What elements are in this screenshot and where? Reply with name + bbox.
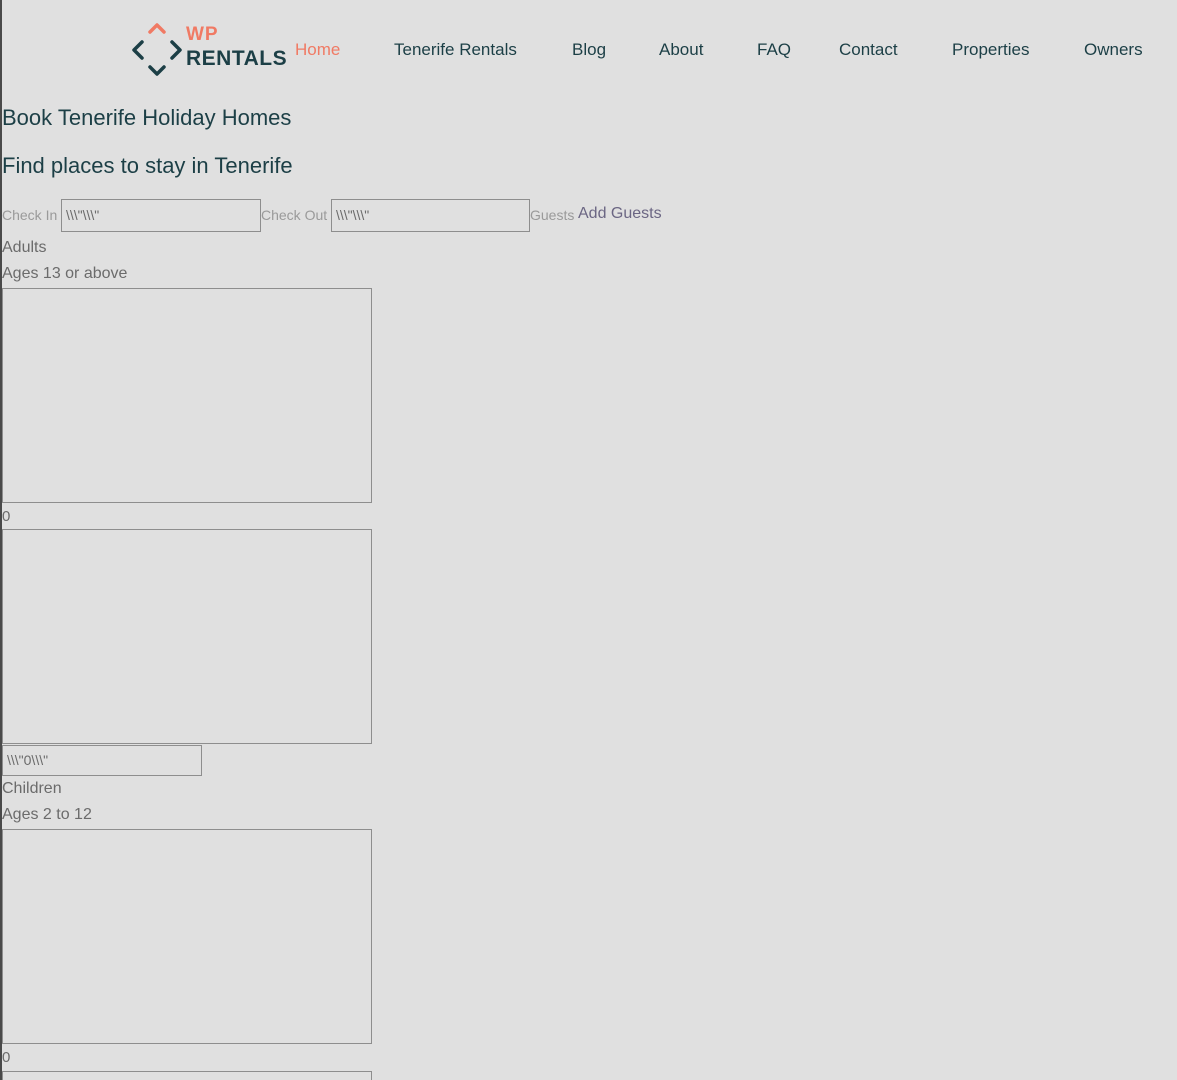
nav-faq[interactable]: FAQ xyxy=(757,40,791,60)
nav-tenerife-rentals[interactable]: Tenerife Rentals xyxy=(394,40,517,60)
children-label: Children xyxy=(2,780,62,797)
adults-increment-button[interactable] xyxy=(2,529,372,744)
children-count: 0 xyxy=(2,1049,11,1066)
adults-hint: Ages 13 or above xyxy=(2,265,128,282)
logo-text-wp: WP xyxy=(186,24,219,45)
children-hint: Ages 2 to 12 xyxy=(2,806,92,823)
check-in-label: Check In xyxy=(2,207,58,223)
nav-home[interactable]: Home xyxy=(295,40,340,60)
adults-decrement-button[interactable] xyxy=(2,288,372,503)
children-decrement-button[interactable] xyxy=(2,829,372,1044)
adults-label: Adults xyxy=(2,239,47,256)
check-in-input[interactable]: \\\"\\\" xyxy=(61,199,261,232)
nav-about[interactable]: About xyxy=(659,40,703,60)
nav-contact[interactable]: Contact xyxy=(839,40,898,60)
check-out-label: Check Out xyxy=(261,207,328,223)
site-logo[interactable]: WP RENTALS xyxy=(130,22,288,78)
children-increment-button[interactable] xyxy=(2,1071,372,1080)
nav-blog[interactable]: Blog xyxy=(572,40,606,60)
adults-quantity-input[interactable]: \\\"0\\\" xyxy=(2,745,202,776)
page-title: Book Tenerife Holiday Homes xyxy=(2,105,292,130)
logo-diamond-icon xyxy=(132,23,182,76)
nav-properties[interactable]: Properties xyxy=(952,40,1029,60)
guests-label: Guests xyxy=(530,207,575,223)
page-subtitle: Find places to stay in Tenerife xyxy=(2,153,293,178)
add-guests-button[interactable]: Add Guests xyxy=(578,205,662,223)
check-out-input[interactable]: \\\"\\\" xyxy=(331,199,530,232)
logo-text-rentals: RENTALS xyxy=(186,47,288,70)
nav-owners[interactable]: Owners xyxy=(1084,40,1143,60)
adults-count: 0 xyxy=(2,508,11,525)
